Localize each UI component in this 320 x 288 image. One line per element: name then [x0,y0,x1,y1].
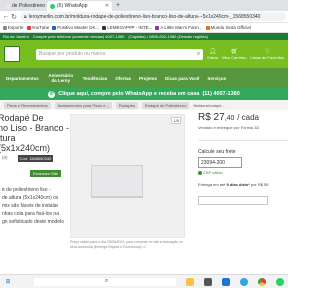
reload-icon[interactable]: ↻ [10,13,18,21]
back-arrow-icon[interactable]: ← [2,13,10,20]
exclusive-badge: Exclusivo Site [30,170,61,177]
bookmark-icon [3,25,7,30]
cep-status: CEP válido [198,170,288,175]
bookmark-icon [102,25,107,30]
product-info: Rodapé De no Liso - Branco - ltura (5x1x… [0,110,70,226]
bookmark-item[interactable]: Esporte [3,25,24,30]
url-input[interactable]: 🔒︎ leroymerlin.com.br/moldura-rodape-de-… [20,12,286,21]
search-icon[interactable]: ⌕ [197,51,200,58]
new-tab-button[interactable]: + [112,1,124,11]
login-link[interactable]: 👤︎ Entrar [207,49,218,60]
tab-label: (6) WhatsApp [57,3,88,9]
check-icon [198,170,202,175]
delivery-estimate: Entrega em até 9 dias úteis* por R$ 55 [198,182,269,187]
site-header: Busque por produto ou marca ⌕ 👤︎ Entrar … [0,40,288,68]
phone-regions-text: (Capitais) • 0800-602-1380 (Demais regiõ… [128,34,208,39]
screen: de Poliestireno ✕ (6) WhatsApp ✕ + ← ↻ 🔒… [0,0,288,288]
search-input[interactable]: Busque por produto ou marca ⌕ [36,48,204,60]
cart-icon: 🛒︎ [230,48,239,55]
product-price: R$ 27,40 / cada [198,112,259,123]
product-gallery[interactable]: 1/5 [70,114,185,238]
search-icon[interactable]: ⌕ [34,277,176,286]
bookmark-icon [52,25,57,30]
lock-icon: 🔒︎ [24,13,27,20]
nav-projetos[interactable]: Projetos [139,76,157,81]
nav-departamentos[interactable]: Departamentos [6,76,39,81]
address-bar: ← ↻ 🔒︎ leroymerlin.com.br/moldura-rodape… [0,11,288,23]
product-description: é de poliestireno liso - de altura (5x1x… [2,187,64,225]
product-image[interactable] [91,165,143,197]
edge-icon[interactable] [240,277,248,286]
divider [198,140,288,141]
whatsapp-favicon-icon [50,3,55,9]
close-tab-icon[interactable]: ✕ [103,3,109,9]
nav-tendencias[interactable]: Tendências [83,76,107,81]
buy-box: R$ 27,40 / cada Vendido e entregue por F… [198,110,288,205]
bookmarks-bar: Esporte YouTube Positivo Master DK... LE… [0,23,288,33]
files-icon[interactable] [186,277,194,286]
breadcrumb: Pisos e Revestimentos Acabamentos para P… [0,100,288,110]
breadcrumb-item[interactable]: Acabamentos para Pisos e... [54,101,112,109]
product-meta: (0) Cód. 1568550340 [2,155,70,162]
whatsapp-icon[interactable] [276,277,284,286]
browser-tabstrip: de Poliestireno ✕ (6) WhatsApp ✕ + [0,0,288,11]
mail-icon[interactable] [222,277,230,286]
phone-sales-text: Compre pelo telefone (somente vendas) 40… [32,34,125,39]
bookmark-item[interactable]: YouTube [26,25,49,30]
favorites-link[interactable]: ♡ Listas de Favoritos [250,49,284,60]
cart-link[interactable]: 🛒︎ Meu Carrinho [222,49,246,60]
youtube-icon [26,25,31,30]
nav-dicas[interactable]: Dicas para Você [165,76,199,81]
gallery-pager: 1/5 [171,117,181,124]
site-top-band: Rio de Janeiro Compre pelo telefone (som… [0,33,288,40]
price-disclaimer: Preço válido para o dia 25/06/2022. para… [70,240,183,249]
nav-ofertas[interactable]: Ofertas [115,76,131,81]
seller-info[interactable]: Vendido e entregue por Formia 3D [198,125,288,130]
bookmark-item[interactable]: A Little Man's Farm... [155,25,203,30]
whatsapp-banner[interactable]: ✆ Clique aqui, compre pelo WhatsApp e re… [0,88,288,100]
page-favicon-icon [5,3,10,9]
cep-field[interactable]: 23094-200 [198,157,242,168]
main-nav: Departamentos Aniversário da Leroy Tendê… [0,68,288,88]
windows-taskbar: ⊞ ⌕ [0,274,288,288]
heart-icon: ♡ [264,48,270,55]
nav-aniversario[interactable]: Aniversário da Leroy [47,73,75,83]
bookmark-item[interactable]: LEMEGAP#P - INTE... [102,25,152,30]
bookmark-icon [205,25,210,30]
start-icon[interactable]: ⊞ [4,278,12,286]
breadcrumb-current: Moldura/rodapé... [193,102,225,108]
breadcrumb-item[interactable]: Rodapé de Poliestireno [141,101,190,109]
product-code: Cód. 1568550340 [17,155,54,162]
search-placeholder: Busque por produto ou marca [39,51,106,57]
shipping-label: Calcule seu frete [198,149,236,155]
tab-label: de Poliestireno [12,3,46,9]
location-label[interactable]: Rio de Janeiro [3,34,29,39]
page-title: Rodapé De no Liso - Branco - ltura (5x1x… [0,113,70,153]
whatsapp-phone: (11) 4007-1380 [202,91,240,97]
quantity-selector[interactable] [198,196,268,205]
breadcrumb-item[interactable]: Pisos e Revestimentos [4,101,51,109]
whatsapp-text: Clique aqui, compre pelo WhatsApp e rece… [58,91,200,97]
product-main: Rodapé De no Liso - Branco - ltura (5x1x… [0,110,288,268]
bookmark-item[interactable]: Mundo Sinta Official [205,25,251,30]
bookmark-item[interactable]: Positivo Master DK... [52,25,99,30]
breadcrumb-item[interactable]: Rodapés [115,101,138,109]
leroy-merlin-logo[interactable] [4,46,20,62]
nav-servicos[interactable]: Serviços [207,76,226,81]
store-icon[interactable] [204,277,212,286]
whatsapp-icon: ✆ [48,90,56,98]
tab-whatsapp[interactable]: (6) WhatsApp ✕ [47,1,112,11]
tab-product[interactable]: de Poliestireno ✕ [2,1,47,11]
url-text: leroymerlin.com.br/moldura-rodape-de-pol… [28,13,261,20]
chrome-icon[interactable] [258,277,266,286]
bookmark-icon [155,25,160,30]
rating-count[interactable]: (0) [2,155,8,162]
user-icon: 👤︎ [208,48,217,55]
